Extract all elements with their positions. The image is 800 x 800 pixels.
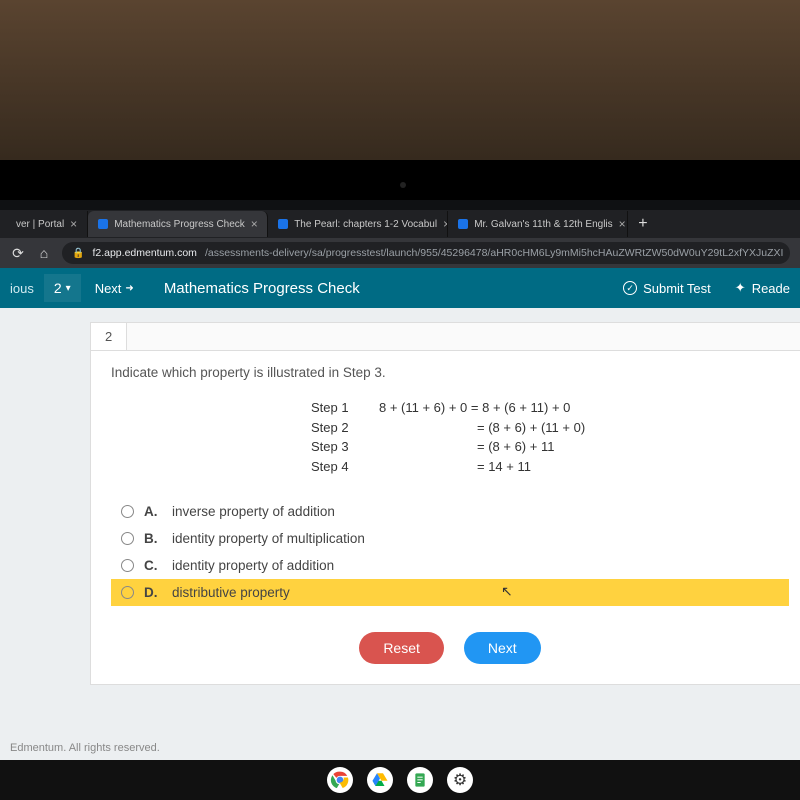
question-selector[interactable]: 2 ▾	[44, 274, 81, 302]
choice-c[interactable]: C. identity property of addition	[111, 552, 789, 579]
choice-letter: C.	[144, 558, 162, 573]
favicon-icon	[458, 219, 468, 229]
docs-app-icon[interactable]	[407, 767, 433, 793]
chrome-app-icon[interactable]	[327, 767, 353, 793]
address-bar[interactable]: 🔒 f2.app.edmentum.com /assessments-deliv…	[62, 242, 790, 264]
answer-choices: A. inverse property of addition B. ident…	[111, 498, 789, 606]
step-row: Step 3 = (8 + 6) + 11	[311, 437, 589, 457]
lock-icon: 🔒	[72, 248, 84, 259]
next-button[interactable]: Next ➜	[81, 281, 148, 296]
radio-icon[interactable]	[121, 559, 134, 572]
reader-label: Reade	[752, 281, 790, 296]
step-row: Step 2 = (8 + 6) + (11 + 0)	[311, 418, 589, 438]
action-row: Reset Next	[111, 632, 789, 664]
step-expression: = 14 + 11	[379, 457, 589, 477]
favicon-icon	[98, 219, 108, 229]
step-label: Step 2	[311, 418, 361, 438]
drive-app-icon[interactable]	[367, 767, 393, 793]
page-title: Mathematics Progress Check	[148, 280, 376, 297]
choice-b[interactable]: B. identity property of multiplication	[111, 525, 789, 552]
reload-icon[interactable]: ⟳	[10, 245, 26, 262]
tab-strip: ver | Portal × Mathematics Progress Chec…	[0, 210, 800, 238]
laptop-screen: ver | Portal × Mathematics Progress Chec…	[0, 160, 800, 800]
submit-label: Submit Test	[643, 281, 711, 296]
question-body: Indicate which property is illustrated i…	[91, 350, 800, 684]
choice-letter: B.	[144, 531, 162, 546]
choice-text: identity property of multiplication	[172, 531, 365, 546]
reader-tools-button[interactable]: ✦ Reade	[725, 280, 800, 296]
question-tab[interactable]: 2	[90, 322, 127, 350]
previous-button[interactable]: ious	[0, 281, 44, 296]
url-host: f2.app.edmentum.com	[92, 247, 196, 259]
bezel	[0, 170, 800, 200]
question-prompt: Indicate which property is illustrated i…	[111, 365, 789, 380]
close-icon[interactable]: ×	[70, 217, 77, 231]
chrome-shelf: ⚙	[0, 760, 800, 800]
choice-d[interactable]: D. distributive property ↖	[111, 579, 789, 606]
tab-label: ver | Portal	[16, 219, 64, 230]
tab-pearl[interactable]: The Pearl: chapters 1-2 Vocabul ×	[268, 211, 448, 237]
tab-galvan[interactable]: Mr. Galvan's 11th & 12th Englis ×	[448, 211, 628, 237]
new-tab-button[interactable]: +	[628, 215, 657, 233]
cursor-icon: ↖	[501, 583, 513, 600]
step-label: Step 4	[311, 457, 361, 477]
step-row: Step 4 = 14 + 11	[311, 457, 589, 477]
favicon-icon	[278, 219, 288, 229]
tab-portal[interactable]: ver | Portal ×	[6, 211, 88, 237]
tab-label: The Pearl: chapters 1-2 Vocabul	[294, 219, 437, 230]
reset-button[interactable]: Reset	[359, 632, 444, 664]
tab-label: Mr. Galvan's 11th & 12th Englis	[474, 219, 612, 230]
browser-window: ver | Portal × Mathematics Progress Chec…	[0, 210, 800, 760]
desk-surface	[0, 0, 800, 160]
home-icon[interactable]: ⌂	[36, 245, 52, 261]
toolbar: ⟳ ⌂ 🔒 f2.app.edmentum.com /assessments-d…	[0, 238, 800, 268]
step-label: Step 1	[311, 398, 361, 418]
copyright-footer: Edmentum. All rights reserved.	[10, 742, 160, 754]
radio-icon[interactable]	[121, 532, 134, 545]
choice-text: inverse property of addition	[172, 504, 335, 519]
next-question-button[interactable]: Next	[464, 632, 541, 664]
steps-block: Step 1 8 + (11 + 6) + 0 = 8 + (6 + 11) +…	[311, 398, 589, 476]
choice-letter: D.	[144, 585, 162, 600]
next-label: Next	[95, 281, 122, 296]
page-content: ious 2 ▾ Next ➜ Mathematics Progress Che…	[0, 268, 800, 760]
choice-text: identity property of addition	[172, 558, 334, 573]
radio-icon[interactable]	[121, 586, 134, 599]
choice-text: distributive property	[172, 585, 290, 600]
step-row: Step 1 8 + (11 + 6) + 0 = 8 + (6 + 11) +…	[311, 398, 589, 418]
arrow-right-icon: ➜	[125, 283, 133, 294]
check-icon: ✓	[623, 281, 637, 295]
settings-app-icon[interactable]: ⚙	[447, 767, 473, 793]
assessment-header: ious 2 ▾ Next ➜ Mathematics Progress Che…	[0, 268, 800, 308]
close-icon[interactable]: ×	[251, 217, 258, 231]
chevron-down-icon: ▾	[66, 283, 71, 294]
step-label: Step 3	[311, 437, 361, 457]
step-expression: 8 + (11 + 6) + 0 = 8 + (6 + 11) + 0	[379, 398, 589, 418]
question-number: 2	[54, 280, 62, 296]
step-expression: = (8 + 6) + (11 + 0)	[379, 418, 589, 438]
url-path: /assessments-delivery/sa/progresstest/la…	[205, 247, 784, 259]
close-icon[interactable]: ×	[619, 217, 626, 231]
choice-letter: A.	[144, 504, 162, 519]
wand-icon: ✦	[735, 280, 746, 296]
tab-math-progress[interactable]: Mathematics Progress Check ×	[88, 211, 268, 237]
choice-a[interactable]: A. inverse property of addition	[111, 498, 789, 525]
step-expression: = (8 + 6) + 11	[379, 437, 589, 457]
radio-icon[interactable]	[121, 505, 134, 518]
submit-test-button[interactable]: ✓ Submit Test	[609, 281, 725, 296]
question-card: 2 Indicate which property is illustrated…	[90, 322, 800, 685]
tab-label: Mathematics Progress Check	[114, 219, 245, 230]
